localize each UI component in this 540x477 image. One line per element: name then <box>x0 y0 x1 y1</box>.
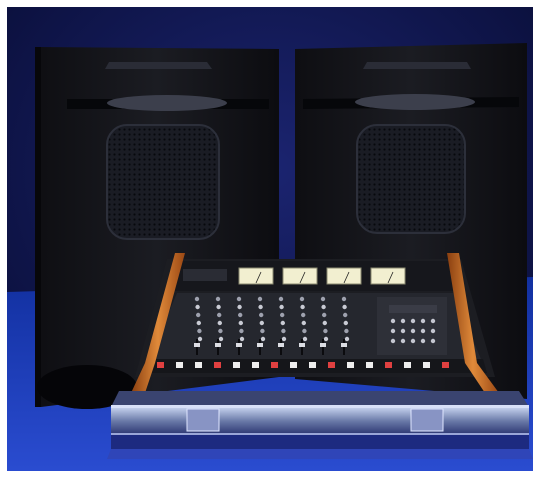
vu-meter-2 <box>282 267 318 285</box>
console-button <box>214 362 221 368</box>
master-knob <box>390 338 396 344</box>
console-button <box>195 362 202 368</box>
console-button <box>442 362 449 368</box>
right-speaker-grille <box>356 124 466 234</box>
left-speaker-grille <box>106 124 220 240</box>
master-knob <box>430 338 436 344</box>
case-latch-right <box>410 408 444 432</box>
master-knob <box>390 328 396 334</box>
console-button <box>157 362 164 368</box>
console-button <box>347 362 354 368</box>
photograph <box>7 7 533 471</box>
console-button <box>252 362 259 368</box>
console-button <box>366 362 373 368</box>
console-button <box>404 362 411 368</box>
master-knob <box>390 318 396 324</box>
master-knob <box>400 338 406 344</box>
console-button <box>328 362 335 368</box>
brand-plate <box>183 269 227 281</box>
console-button <box>309 362 316 368</box>
master-knob <box>430 328 436 334</box>
vu-meter-1 <box>238 267 274 285</box>
master-knob <box>430 318 436 324</box>
master-knob <box>410 328 416 334</box>
master-knob <box>420 318 426 324</box>
master-knob <box>420 328 426 334</box>
master-knob <box>410 338 416 344</box>
mixing-console <box>135 259 495 377</box>
master-knob <box>420 338 426 344</box>
vu-meter-3 <box>326 267 362 285</box>
master-knob <box>400 318 406 324</box>
vu-meter-4 <box>370 267 406 285</box>
console-button <box>176 362 183 368</box>
master-knob <box>410 318 416 324</box>
master-knob <box>400 328 406 334</box>
console-button <box>385 362 392 368</box>
console-button <box>423 362 430 368</box>
console-button <box>233 362 240 368</box>
case-latch-left <box>186 408 220 432</box>
console-button <box>271 362 278 368</box>
flight-case <box>107 391 533 459</box>
console-button <box>290 362 297 368</box>
